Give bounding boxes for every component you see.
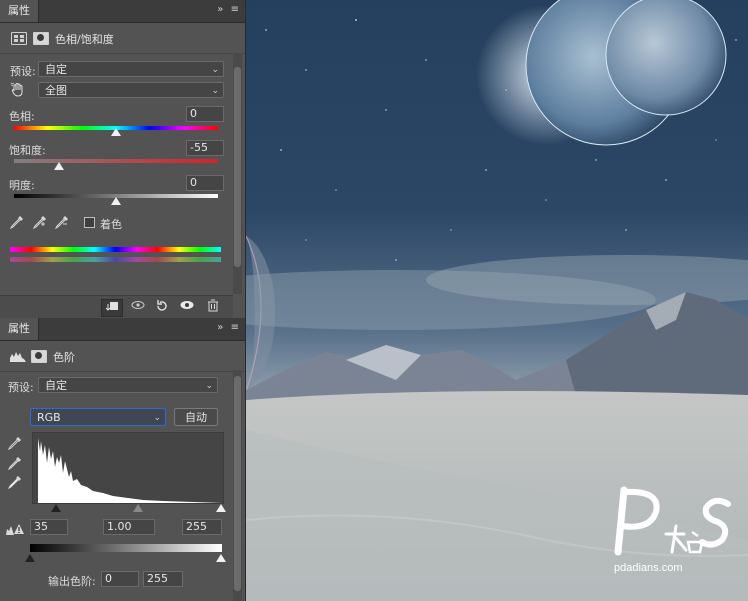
adjustment-title: 色阶 — [53, 351, 75, 364]
collapse-icon[interactable]: » — [217, 4, 225, 15]
preset-value: 自定 — [45, 379, 67, 392]
black-point-eyedropper-icon[interactable] — [7, 436, 22, 451]
scrollbar-thumb[interactable] — [234, 376, 241, 591]
eyedropper-plus-icon[interactable] — [32, 215, 47, 230]
scrollbar-thumb[interactable] — [234, 67, 241, 267]
chevron-down-icon: ⌄ — [211, 86, 219, 96]
preset-select[interactable]: 自定 ⌄ — [38, 61, 224, 77]
lightness-field[interactable]: 0 — [186, 175, 224, 191]
panel-tabbar: 属性 » ≡ — [0, 0, 245, 23]
hue-label: 色相: — [9, 110, 35, 123]
preset-label: 预设: — [10, 65, 36, 78]
input-spectrum-bar — [10, 247, 221, 252]
output-gradient — [30, 544, 222, 552]
clip-to-layer-button[interactable] — [101, 299, 123, 317]
adjustment-header: 色相/饱和度 — [0, 23, 245, 54]
input-gamma-field[interactable]: 1.00 — [103, 519, 155, 535]
lightness-label: 明度: — [9, 179, 35, 192]
properties-panel-levels: 属性 » ≡ 色阶 预设: 自定 ⌄ RGB ⌄ 自动 35 1.00 255 … — [0, 318, 246, 601]
eyedropper-icon[interactable] — [9, 215, 24, 230]
mask-icon[interactable] — [31, 350, 47, 363]
visibility-icon[interactable] — [177, 299, 197, 315]
histogram-graph — [38, 438, 223, 503]
input-levels-slider — [30, 501, 226, 513]
adjustment-header: 色阶 — [0, 341, 245, 372]
preset-value: 自定 — [45, 63, 67, 76]
auto-button[interactable]: 自动 — [174, 408, 218, 426]
panel-scrollbar[interactable] — [233, 370, 242, 601]
saturation-track — [14, 159, 218, 163]
channel-value: RGB — [37, 411, 61, 424]
channel-select[interactable]: RGB ⌄ — [30, 408, 166, 426]
panel-scrollbar[interactable] — [233, 53, 242, 294]
input-gamma-thumb[interactable] — [133, 504, 143, 512]
document-canvas[interactable]: pdadians.com — [246, 0, 748, 601]
hue-field[interactable]: 0 — [186, 106, 224, 122]
channel-select[interactable]: 全图 ⌄ — [38, 82, 224, 98]
collapse-icon[interactable]: » — [217, 322, 225, 333]
panel-menu-icon[interactable]: ≡ — [231, 4, 241, 15]
view-previous-icon[interactable] — [128, 299, 148, 315]
input-black-field[interactable]: 35 — [30, 519, 68, 535]
panel-menu-icon[interactable]: ≡ — [231, 322, 241, 333]
panel-footer — [0, 295, 233, 318]
colorize-label: 着色 — [100, 218, 122, 231]
hue-slider-thumb[interactable] — [111, 128, 121, 136]
panel-tabbar: 属性 » ≡ — [0, 318, 245, 341]
saturation-slider-thumb[interactable] — [54, 162, 64, 170]
input-black-thumb[interactable] — [51, 504, 61, 512]
white-point-eyedropper-icon[interactable] — [7, 475, 22, 490]
properties-tab[interactable]: 属性 — [0, 0, 39, 22]
properties-panel-hue-saturation: 属性 » ≡ 色相/饱和度 预设: 自定 ⌄ 全图 ⌄ 色相: 0 饱和度: -55… — [0, 0, 246, 318]
output-white-thumb[interactable] — [216, 554, 226, 562]
input-white-thumb[interactable] — [216, 504, 226, 512]
ps-logo-icon — [614, 486, 731, 556]
output-levels-label: 输出色阶: — [48, 575, 96, 588]
properties-tab[interactable]: 属性 — [0, 318, 39, 340]
adjustment-layer-icon — [11, 32, 27, 45]
eyedropper-minus-icon[interactable] — [54, 215, 69, 230]
output-black-field[interactable]: 0 — [101, 571, 139, 587]
adjustment-title: 色相/饱和度 — [55, 33, 114, 46]
chevron-down-icon: ⌄ — [205, 381, 213, 391]
saturation-label: 饱和度: — [9, 144, 46, 157]
channel-value: 全图 — [45, 84, 67, 97]
reset-icon[interactable] — [152, 299, 172, 315]
mask-icon[interactable] — [33, 32, 49, 45]
saturation-field[interactable]: -55 — [186, 140, 224, 156]
hand-icon[interactable] — [10, 82, 26, 101]
watermark-logo: pdadians.com — [606, 482, 736, 574]
preset-label: 预设: — [8, 381, 34, 394]
histogram — [32, 432, 224, 504]
chevron-down-icon: ⌄ — [153, 413, 161, 423]
colorize-checkbox[interactable] — [84, 217, 95, 228]
warning-icon[interactable] — [6, 523, 24, 538]
gray-point-eyedropper-icon[interactable] — [7, 456, 22, 471]
chevron-down-icon: ⌄ — [211, 65, 219, 75]
levels-icon — [10, 350, 26, 365]
trash-icon[interactable] — [203, 299, 223, 315]
output-black-thumb[interactable] — [25, 554, 35, 562]
lightness-slider-thumb[interactable] — [111, 197, 121, 205]
watermark-site: pdadians.com — [614, 562, 683, 574]
preset-select[interactable]: 自定 ⌄ — [38, 377, 218, 393]
output-spectrum-bar — [10, 257, 221, 262]
input-white-field[interactable]: 255 — [182, 519, 222, 535]
output-white-field[interactable]: 255 — [143, 571, 183, 587]
